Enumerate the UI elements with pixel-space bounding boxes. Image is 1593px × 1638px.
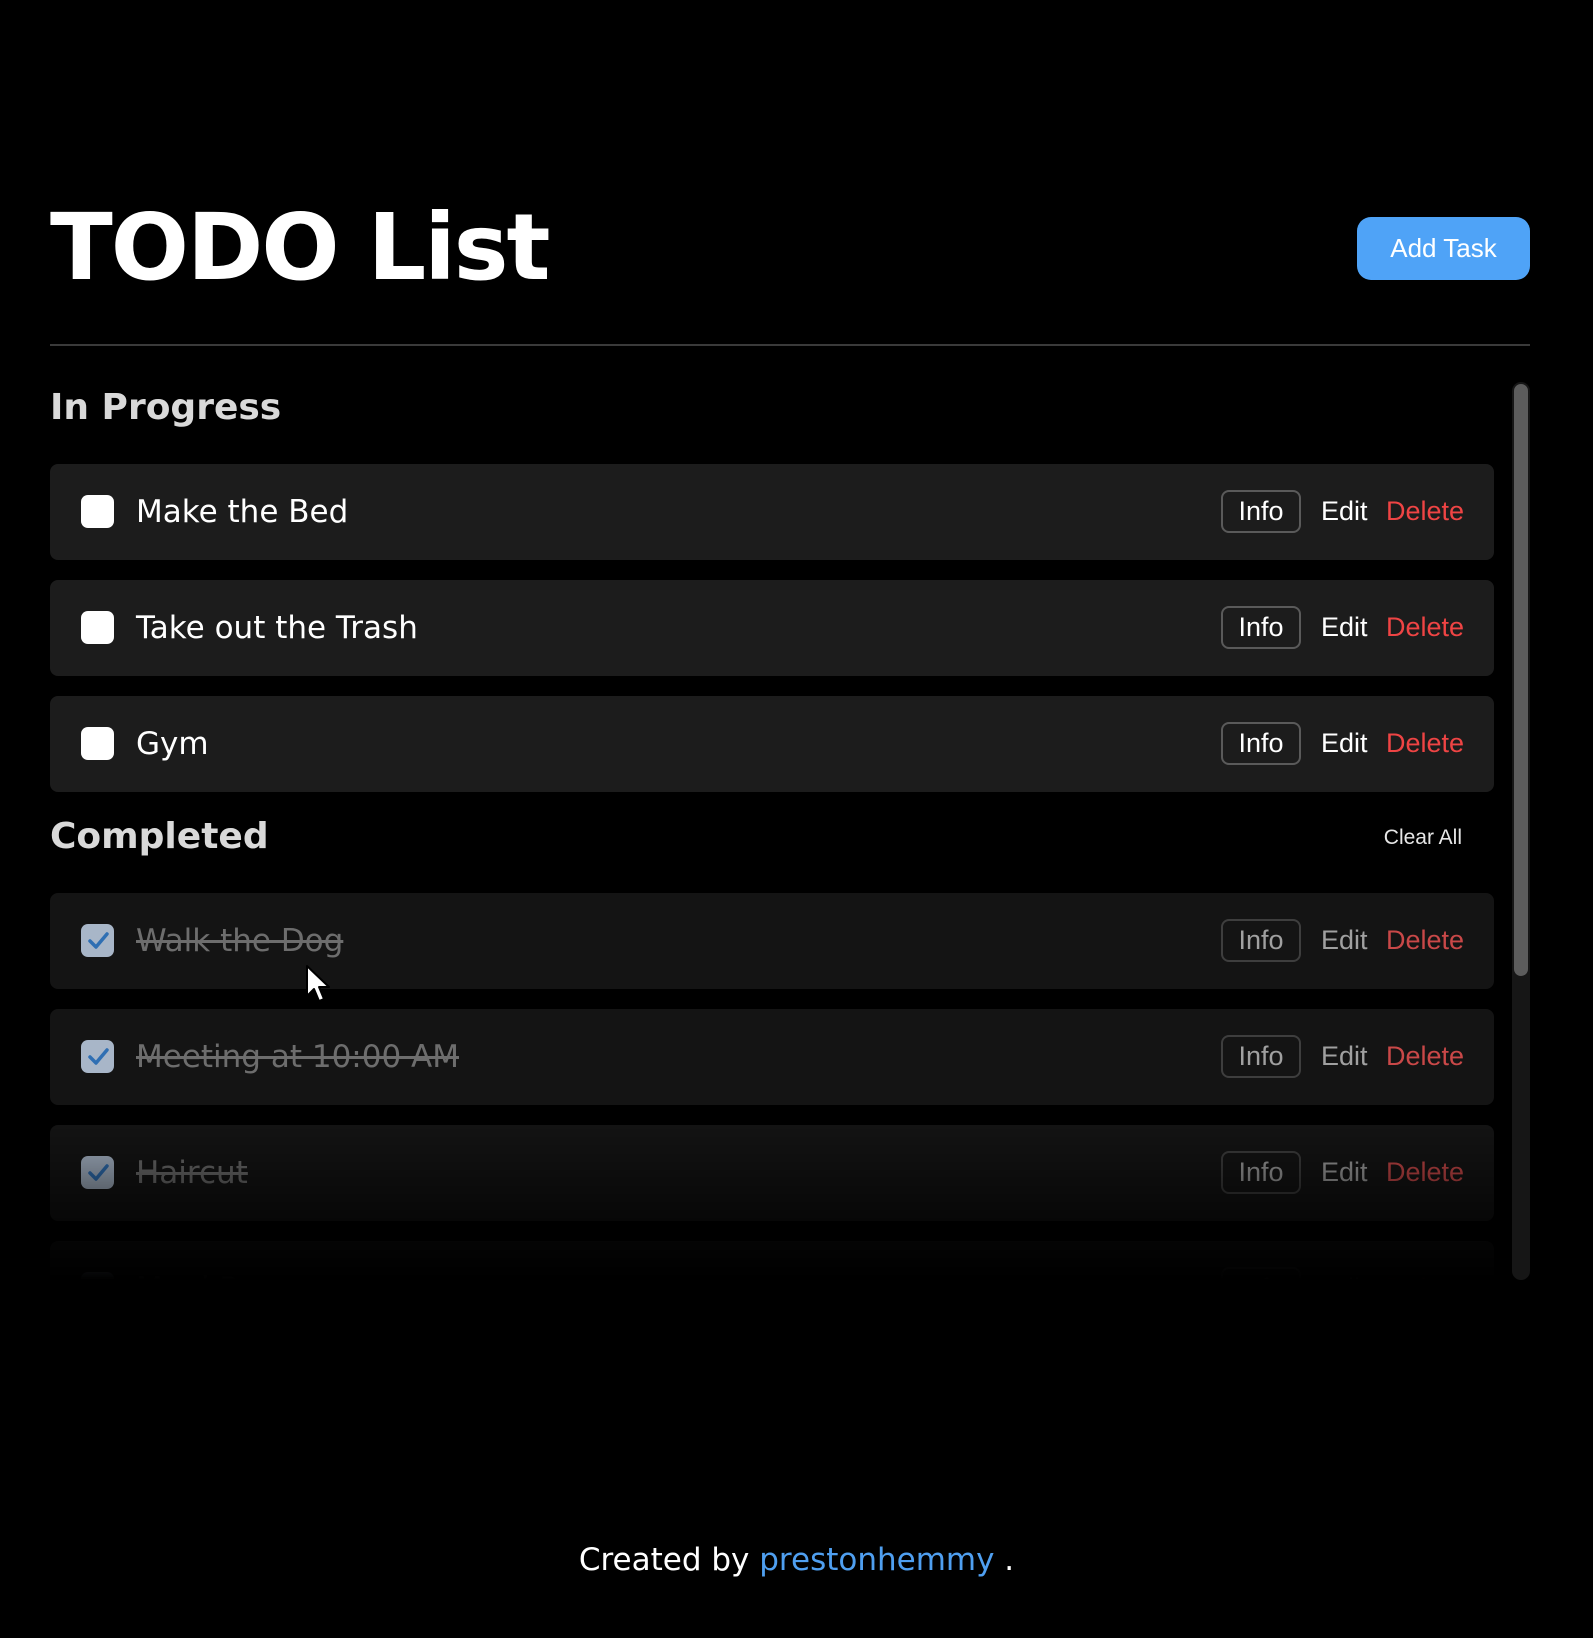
edit-button[interactable]: Edit <box>1321 722 1368 765</box>
delete-button[interactable]: Delete <box>1386 1151 1464 1194</box>
task-checkbox[interactable] <box>81 727 114 760</box>
mouse-pointer-icon <box>306 965 330 1002</box>
info-button[interactable]: Info <box>1221 919 1301 962</box>
task-item: Take out the Trash Info Edit Delete <box>50 580 1494 676</box>
add-task-button[interactable]: Add Task <box>1357 217 1530 280</box>
info-button[interactable]: Info <box>1221 606 1301 649</box>
task-item: Meeting at 10:00 AM Info Edit Delete <box>50 1009 1494 1105</box>
task-checkbox[interactable] <box>81 1040 114 1073</box>
checkmark-icon <box>88 932 109 949</box>
checkmark-icon <box>88 1048 109 1065</box>
task-checkbox[interactable] <box>81 611 114 644</box>
task-item: Haircut Info Edit Delete <box>50 1125 1494 1221</box>
task-item: Meal Prep Info Edit Delete <box>50 1241 1494 1280</box>
task-list-scroll-area[interactable]: In Progress Make the Bed Info Edit Delet… <box>50 376 1494 1280</box>
scrollbar[interactable] <box>1512 382 1530 1280</box>
task-label: Take out the Trash <box>136 610 418 646</box>
info-button[interactable]: Info <box>1221 490 1301 533</box>
task-checkbox[interactable] <box>81 924 114 957</box>
delete-button[interactable]: Delete <box>1386 490 1464 533</box>
delete-button[interactable]: Delete <box>1386 1035 1464 1078</box>
header-divider <box>50 344 1530 346</box>
delete-button[interactable]: Delete <box>1386 606 1464 649</box>
edit-button[interactable]: Edit <box>1321 919 1368 962</box>
footer-prefix: Created by <box>578 1542 760 1578</box>
task-checkbox[interactable] <box>81 495 114 528</box>
clear-all-button[interactable]: Clear All <box>1384 826 1462 850</box>
task-item: Walk the Dog Info Edit Delete <box>50 893 1494 989</box>
task-item: Gym Info Edit Delete <box>50 696 1494 792</box>
task-label: Haircut <box>136 1155 248 1191</box>
page-title: TODO List <box>50 194 550 301</box>
edit-button[interactable]: Edit <box>1321 1151 1368 1194</box>
task-label: Meal Prep <box>136 1241 288 1280</box>
edit-button[interactable]: Edit <box>1321 606 1368 649</box>
completed-heading: Completed <box>50 816 269 857</box>
in-progress-heading: In Progress <box>50 387 282 428</box>
delete-button[interactable]: Delete <box>1386 722 1464 765</box>
delete-button[interactable]: Delete <box>1386 919 1464 962</box>
author-link[interactable]: prestonhemmy <box>759 1542 994 1578</box>
checkmark-icon <box>81 1272 114 1280</box>
footer-suffix: . <box>994 1542 1015 1578</box>
edit-button[interactable]: Edit <box>1321 1267 1368 1280</box>
edit-button[interactable]: Edit <box>1321 490 1368 533</box>
task-label: Gym <box>136 726 209 762</box>
edit-button[interactable]: Edit <box>1321 1035 1368 1078</box>
checkmark-icon <box>88 1164 109 1181</box>
info-button[interactable]: Info <box>1221 1267 1301 1280</box>
delete-button[interactable]: Delete <box>1386 1267 1464 1280</box>
task-item: Make the Bed Info Edit Delete <box>50 464 1494 560</box>
info-button[interactable]: Info <box>1221 1035 1301 1078</box>
footer: Created by prestonhemmy . <box>0 1542 1593 1578</box>
task-checkbox[interactable] <box>81 1272 114 1280</box>
task-checkbox[interactable] <box>81 1156 114 1189</box>
task-label: Meeting at 10:00 AM <box>136 1039 459 1075</box>
task-label: Make the Bed <box>136 494 349 530</box>
scrollbar-thumb[interactable] <box>1514 384 1528 976</box>
info-button[interactable]: Info <box>1221 1151 1301 1194</box>
info-button[interactable]: Info <box>1221 722 1301 765</box>
